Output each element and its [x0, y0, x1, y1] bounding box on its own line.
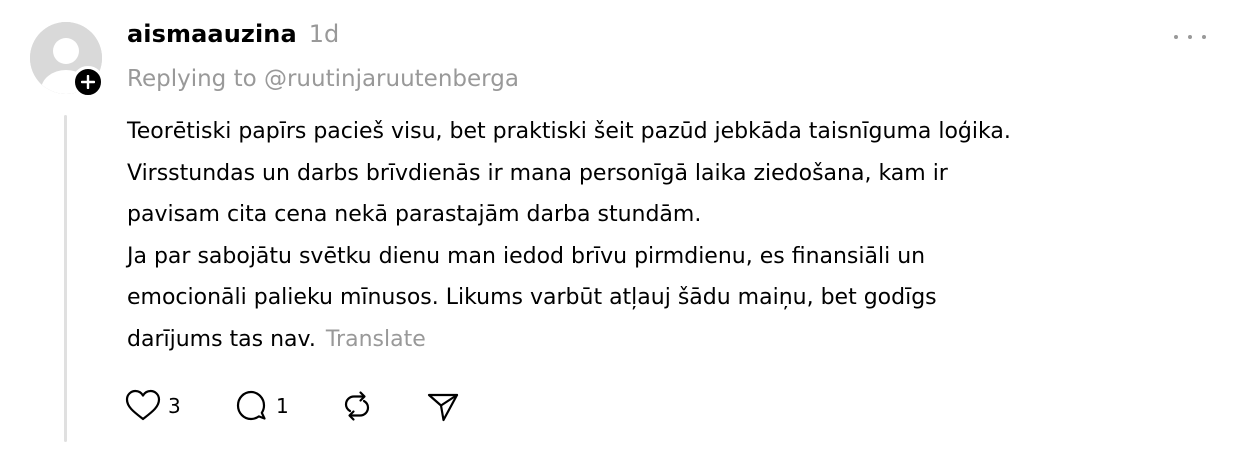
like-button[interactable]: 3 [124, 386, 181, 426]
reply-button[interactable]: 1 [232, 386, 289, 426]
post-body-line: darījums tas nav. [127, 326, 316, 352]
comment-icon [236, 390, 266, 421]
like-count: 3 [168, 394, 181, 418]
heart-icon [125, 389, 161, 421]
username[interactable]: aismaauzina [127, 20, 297, 48]
translate-link[interactable]: Translate [326, 327, 426, 352]
plus-icon [81, 75, 95, 89]
more-horizontal-icon-dot [1188, 35, 1192, 39]
reply-count: 1 [276, 394, 289, 418]
post-body: Teorētiski papīrs pacieš visu, bet prakt… [127, 111, 1207, 360]
post-body-line: Teorētiski papīrs pacieš visu, bet prakt… [127, 119, 1011, 144]
replying-to-label[interactable]: Replying to @ruutinjaruutenberga [127, 66, 519, 92]
repost-icon [344, 391, 370, 421]
follow-button[interactable] [72, 66, 104, 98]
repost-button[interactable] [338, 386, 376, 426]
more-options-button[interactable] [1174, 28, 1206, 46]
post-body-line: Ja par sabojātu svētku dienu man iedod b… [127, 243, 926, 269]
post-body-line: emocionāli palieku mīnusos. Likums varbū… [127, 285, 937, 310]
post-header: aismaauzina 1d [127, 20, 339, 48]
more-horizontal-icon [1174, 35, 1178, 39]
post-body-line: pavisam cita cena nekā parastajām darba … [127, 202, 702, 227]
post-body-last-line: darījums tas nav. Translate [127, 319, 1207, 361]
thread-line [64, 115, 67, 442]
send-icon [427, 393, 459, 422]
thread-post: aismaauzina 1d Replying to @ruutinjaruut… [0, 0, 1256, 450]
share-button[interactable] [424, 386, 462, 426]
post-body-line: Virsstundas un darbs brīvdienās ir mana … [127, 160, 948, 186]
timestamp[interactable]: 1d [309, 20, 340, 48]
more-horizontal-icon-dot [1202, 35, 1206, 39]
